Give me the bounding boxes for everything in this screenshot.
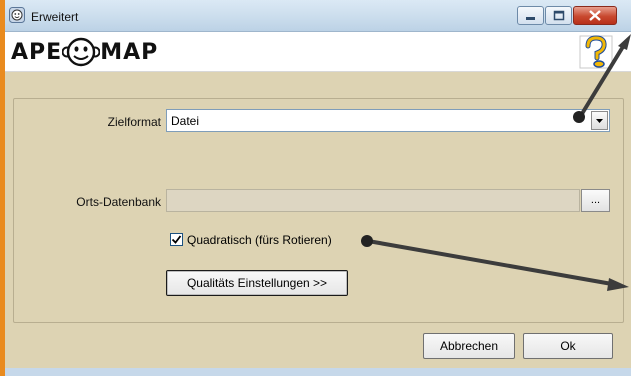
question-mark-icon[interactable] [579,35,613,69]
maximize-button[interactable] [545,6,572,25]
logo-text-right: MAP [100,39,159,65]
quality-settings-button[interactable]: Qualitäts Einstellungen >> [166,270,348,296]
window-title: Erweitert [31,10,79,24]
chevron-down-icon [596,119,603,123]
dialog-window: Erweitert APE MAP Zielformat Datei Orts-… [5,0,631,376]
title-bar[interactable]: Erweitert [5,0,631,32]
location-db-label: Orts-Datenbank [76,195,161,209]
minimize-button[interactable] [517,6,544,25]
checkmark-icon [171,235,182,244]
target-format-select[interactable]: Datei [166,109,610,132]
maximize-icon [553,10,565,21]
ok-button[interactable]: Ok [523,333,613,359]
bottom-strip [5,368,631,376]
close-button[interactable] [573,6,617,25]
location-db-input[interactable] [166,189,580,212]
target-format-value: Datei [171,114,200,128]
monkey-face-icon [62,37,101,67]
target-format-dropdown-button[interactable] [591,111,608,130]
target-format-label: Zielformat [107,115,161,129]
square-checkbox-label[interactable]: Quadratisch (fürs Rotieren) [187,233,332,247]
logo-text-left: APE [11,39,63,65]
browse-button[interactable]: ... [581,189,610,212]
square-checkbox[interactable] [170,233,183,246]
apemap-logo: APE MAP [11,35,158,69]
close-icon [589,10,601,21]
logo-header: APE MAP [5,32,631,72]
app-icon [9,7,25,23]
minimize-icon [526,17,535,20]
cancel-button[interactable]: Abbrechen [423,333,515,359]
